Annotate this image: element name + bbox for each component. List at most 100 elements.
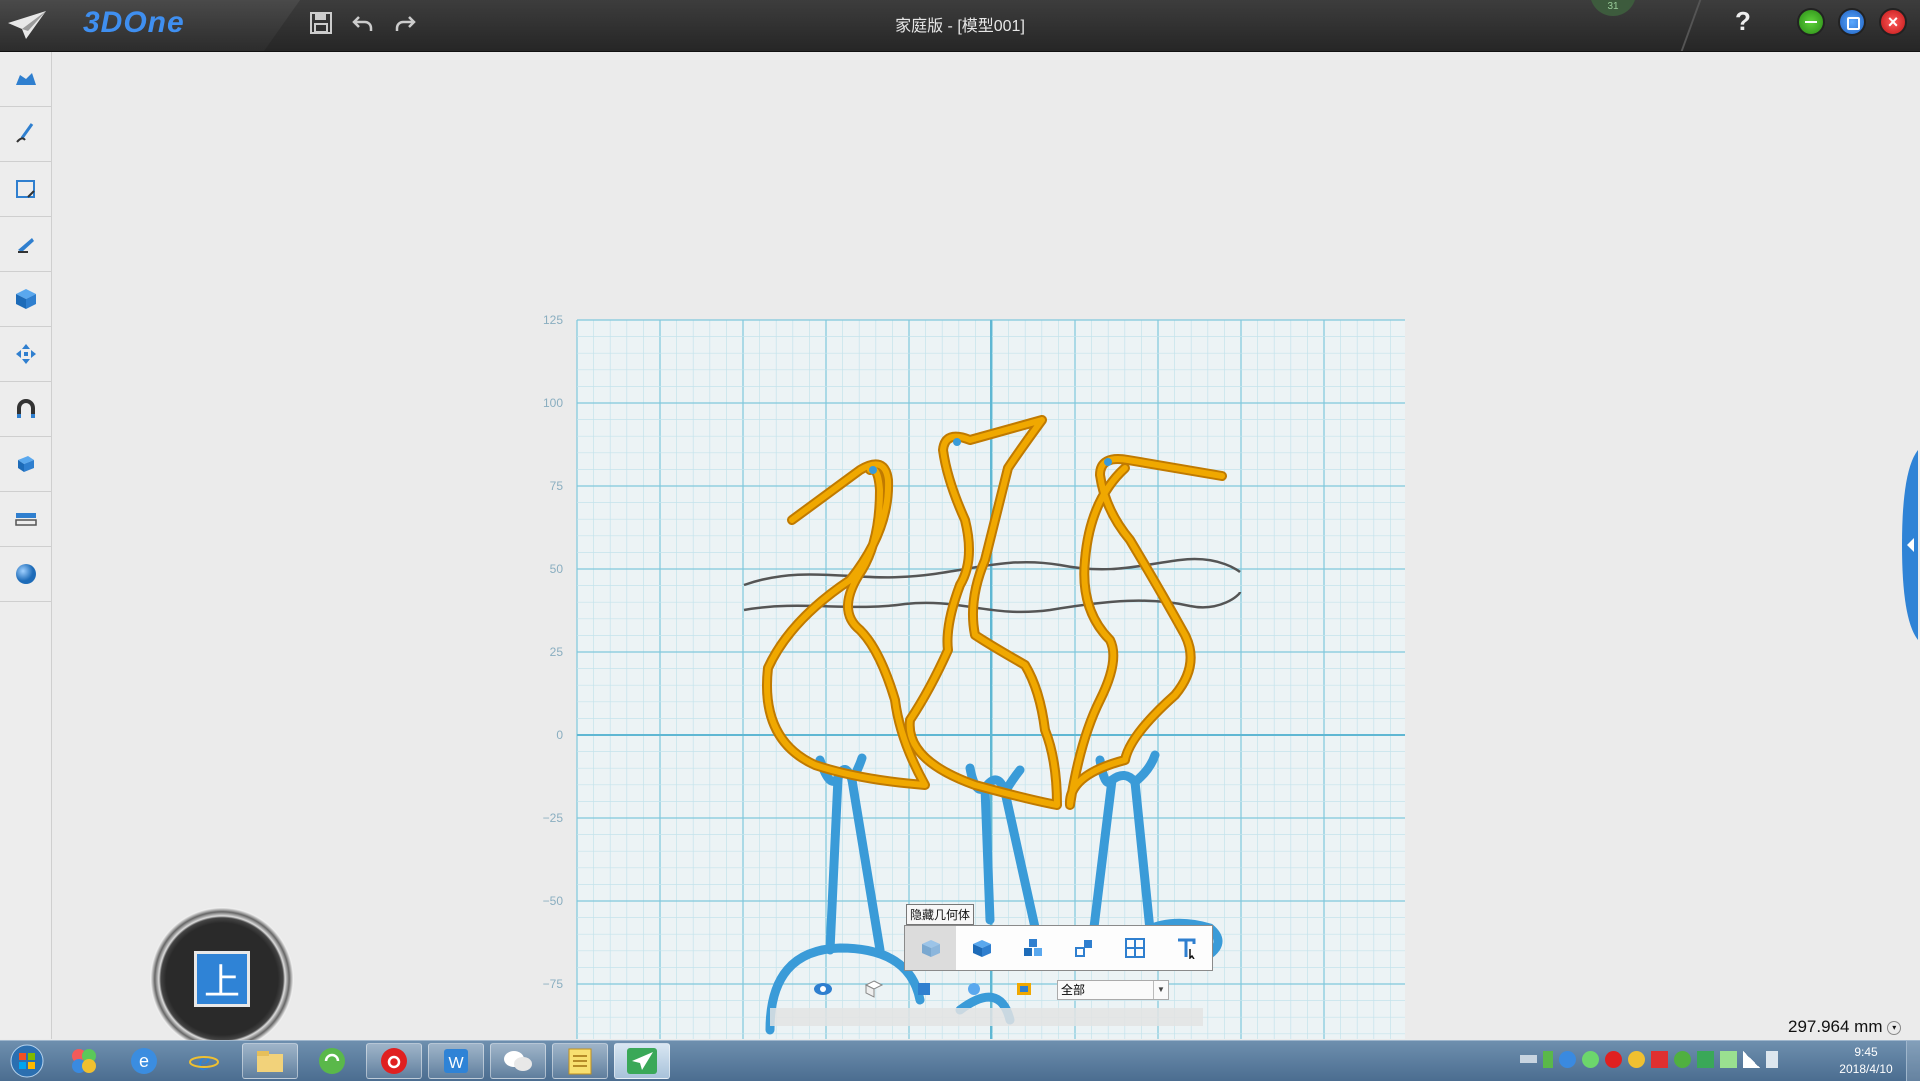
volume-icon[interactable] xyxy=(1766,1051,1778,1068)
sidebar-item-solid[interactable] xyxy=(0,272,51,327)
bottom-view-toolbar xyxy=(770,1008,1203,1026)
start-button[interactable] xyxy=(2,1043,52,1079)
sidebar-item-magnet[interactable] xyxy=(0,382,51,437)
swap-visibility-button[interactable] xyxy=(1058,926,1109,970)
hide-geometry-toolbar xyxy=(904,925,1213,971)
minimize-icon xyxy=(1805,21,1817,23)
taskbar-app-3done[interactable] xyxy=(614,1043,670,1079)
sidebar-item-sketch[interactable] xyxy=(0,107,51,162)
minimize-button[interactable] xyxy=(1797,8,1825,36)
defender-tray-icon[interactable] xyxy=(1697,1051,1714,1068)
eye-icon[interactable] xyxy=(812,980,834,998)
taskbar-clock[interactable]: 9:45 2018/4/10 xyxy=(1826,1044,1906,1078)
move-icon xyxy=(15,344,36,364)
taskbar-app-browser[interactable]: e xyxy=(116,1043,172,1079)
internet-explorer-icon: e xyxy=(189,1046,219,1076)
security-tray-icon[interactable] xyxy=(1651,1051,1668,1068)
hide-text-button[interactable] xyxy=(1160,926,1211,970)
tooltip-hide-geometry: 隐藏几何体 xyxy=(906,904,975,925)
taskbar-app-wps[interactable]: W xyxy=(428,1043,484,1079)
y-tick-label: −25 xyxy=(543,811,564,825)
restore-icon xyxy=(1847,17,1860,30)
show-geometry-button[interactable] xyxy=(956,926,1007,970)
hide-cube-icon xyxy=(921,940,940,957)
magnet-icon xyxy=(16,399,35,418)
sidebar-item-feature[interactable] xyxy=(0,217,51,272)
signal-icon[interactable] xyxy=(1743,1051,1760,1068)
right-panel-toggle[interactable] xyxy=(1896,450,1920,640)
combine-icon xyxy=(17,456,34,472)
svg-text:W: W xyxy=(448,1055,464,1072)
svg-text:e: e xyxy=(198,1046,210,1076)
sphere-icon xyxy=(15,564,36,584)
y-tick-label: 0 xyxy=(556,728,563,742)
antivirus-tray-icon[interactable] xyxy=(1674,1051,1691,1068)
sketch-edit-icon xyxy=(15,180,35,198)
network-tray-icon[interactable] xyxy=(1720,1051,1737,1068)
solid-box-icon xyxy=(15,289,36,309)
redo-icon xyxy=(395,16,416,31)
view-cube-top-face[interactable]: 上 xyxy=(194,951,250,1007)
y-tick-label: 75 xyxy=(550,479,564,493)
sidebar-item-sketch-edit[interactable] xyxy=(0,162,51,217)
text-tool-icon xyxy=(1177,938,1195,959)
taskbar-app-wechat[interactable] xyxy=(490,1043,546,1079)
3d-viewport[interactable]: 125 100 75 50 25 0 −25 −50 −75 上 xyxy=(52,52,1920,1051)
help-button[interactable]: ? xyxy=(1735,6,1751,37)
qq-tray-icon[interactable] xyxy=(1628,1051,1645,1068)
hide-geometry-button[interactable] xyxy=(905,926,956,970)
sidebar-item-combine[interactable] xyxy=(0,437,51,492)
render-cube-icon[interactable] xyxy=(914,980,934,998)
filter-dropdown[interactable]: 全部 ▼ xyxy=(1057,980,1169,1000)
keyboard-icon[interactable] xyxy=(1520,1055,1537,1063)
swap-cube-icon xyxy=(1074,940,1092,957)
music-app-icon xyxy=(381,1048,407,1074)
clock-date: 2018/4/10 xyxy=(1839,1062,1893,1076)
wechat-tray-icon[interactable] xyxy=(1582,1051,1599,1068)
badge-count: 31 xyxy=(1607,1,1619,12)
sidebar-item-cloud[interactable] xyxy=(0,52,51,107)
close-button[interactable]: × xyxy=(1879,8,1907,36)
y-tick-label: −50 xyxy=(543,894,564,908)
music-tray-icon[interactable] xyxy=(1605,1051,1622,1068)
sidebar-item-measure[interactable] xyxy=(0,492,51,547)
show-all-button[interactable] xyxy=(1007,926,1058,970)
taskbar-app-colorful[interactable] xyxy=(56,1043,112,1079)
distance-dropdown-icon[interactable]: ▾ xyxy=(1887,1020,1902,1035)
wechat-icon xyxy=(504,1051,532,1071)
y-tick-label: 25 xyxy=(550,645,564,659)
redo-button[interactable] xyxy=(390,8,420,38)
undo-button[interactable] xyxy=(348,8,378,38)
notification-badge[interactable]: 31 xyxy=(1590,0,1636,16)
taskbar-app-notes[interactable] xyxy=(552,1043,608,1079)
sidebar-item-move[interactable] xyxy=(0,327,51,382)
wireframe-cube-icon[interactable] xyxy=(864,980,884,998)
taskbar-app-refresh[interactable] xyxy=(304,1043,360,1079)
paper-plane-icon xyxy=(8,11,46,39)
svg-text:e: e xyxy=(139,1051,149,1071)
windows-start-icon xyxy=(10,1044,44,1078)
hide-plane-button[interactable] xyxy=(1109,926,1160,970)
taskbar-app-netease-music[interactable] xyxy=(366,1043,422,1079)
cloud-shape-icon xyxy=(15,73,36,85)
battery-icon[interactable] xyxy=(1543,1051,1553,1068)
taskbar-app-ie[interactable]: e xyxy=(176,1043,232,1079)
material-icon[interactable] xyxy=(1014,980,1034,998)
undo-icon xyxy=(352,16,373,31)
app-logo: 3DOne xyxy=(83,6,185,39)
view-cube[interactable]: 上 xyxy=(150,907,294,1051)
folder-icon xyxy=(257,1051,283,1072)
light-icon[interactable] xyxy=(964,980,984,998)
shield-tray-icon[interactable] xyxy=(1559,1051,1576,1068)
save-button[interactable] xyxy=(306,8,336,38)
sketch-pen-icon xyxy=(15,123,33,143)
show-desktop-button[interactable] xyxy=(1906,1041,1920,1081)
chevron-down-icon[interactable]: ▼ xyxy=(1153,981,1168,999)
model-canvas[interactable]: 125 100 75 50 25 0 −25 −50 −75 xyxy=(52,52,1920,1039)
distance-value: 297.964 mm xyxy=(1788,1017,1883,1036)
sidebar-item-sphere[interactable] xyxy=(0,547,51,602)
grid-plane-icon xyxy=(1124,938,1145,958)
maximize-button[interactable] xyxy=(1838,8,1866,36)
paper-plane-icon xyxy=(627,1048,657,1074)
taskbar-app-explorer[interactable] xyxy=(242,1043,298,1079)
